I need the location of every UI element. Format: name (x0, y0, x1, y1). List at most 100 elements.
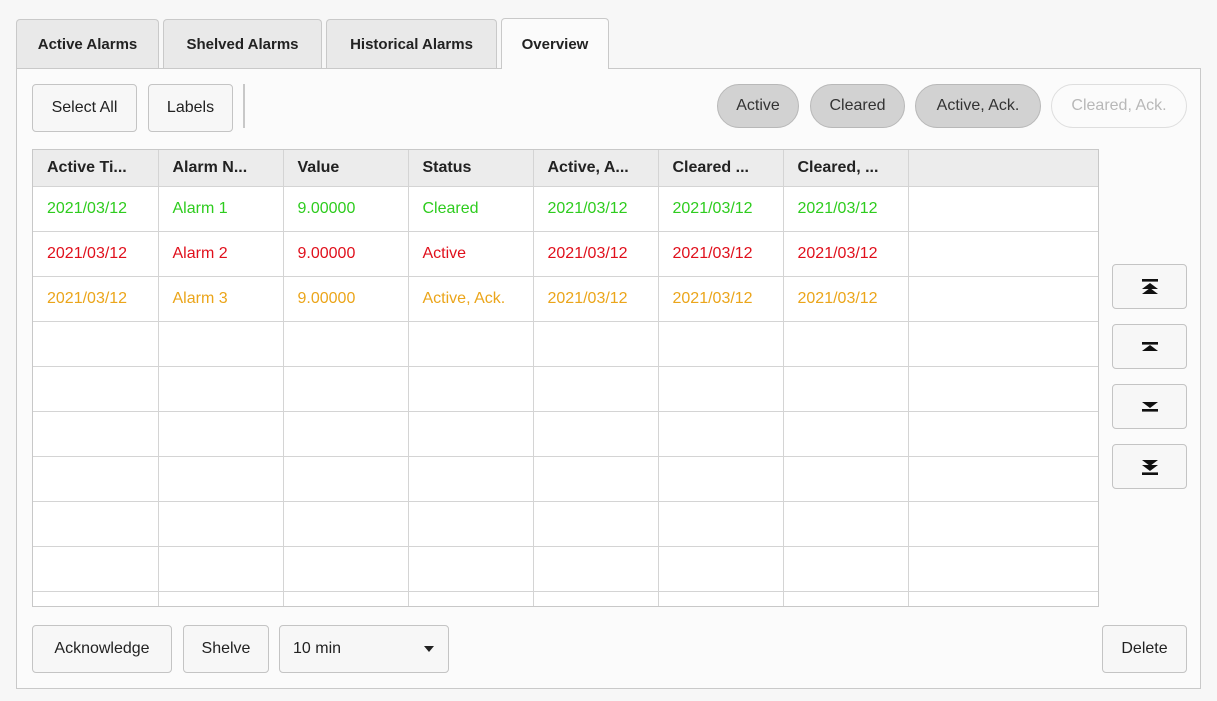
tab-bar: Active Alarms Shelved Alarms Historical … (16, 18, 613, 69)
table-cell (532, 500, 659, 547)
labels-button[interactable]: Labels (148, 84, 233, 132)
table-row[interactable]: 2021/03/12 Alarm 3 9.00000 Active, Ack. 2021… (33, 275, 1098, 322)
table-cell: Active, Ack. (407, 275, 534, 322)
page-down-button[interactable] (1112, 384, 1187, 429)
filter-cleared[interactable]: Cleared (810, 84, 905, 128)
table-cell (907, 365, 1098, 412)
table-cell (657, 590, 784, 606)
table-cell (657, 500, 784, 547)
table-cell (282, 455, 409, 502)
table-cell: 9.00000 (282, 185, 409, 232)
table-cell (282, 545, 409, 592)
tab-label: Shelved Alarms (186, 36, 299, 53)
table-cell (407, 320, 534, 367)
table-cell (532, 455, 659, 502)
table-cell: 2021/03/12 (33, 230, 159, 277)
table-cell (907, 500, 1098, 547)
table-cell (282, 500, 409, 547)
table-cell (157, 455, 284, 502)
column-header[interactable]: Cleared, ... (782, 150, 909, 187)
table-cell (782, 410, 909, 457)
page-up-button[interactable] (1112, 324, 1187, 369)
page-up-icon (1141, 341, 1158, 351)
table-cell (33, 365, 159, 412)
table-cell (907, 455, 1098, 502)
tab-overview[interactable]: Overview (501, 18, 609, 69)
column-header[interactable]: Value (282, 150, 409, 187)
shelve-duration-select[interactable]: 10 min (279, 625, 449, 673)
table-cell: 2021/03/12 (782, 185, 909, 232)
scroll-top-icon (1141, 278, 1158, 294)
filter-active-ack[interactable]: Active, Ack. (915, 84, 1041, 128)
table-cell: 9.00000 (282, 275, 409, 322)
table-cell (532, 365, 659, 412)
empty-table-row (33, 590, 1098, 606)
table-cell: Alarm 3 (157, 275, 284, 322)
column-header[interactable]: Cleared ... (657, 150, 784, 187)
column-header[interactable]: Active, A... (532, 150, 659, 187)
table-cell (157, 590, 284, 606)
tab-label: Overview (521, 35, 589, 53)
column-header[interactable] (907, 150, 1098, 187)
column-header[interactable]: Status (407, 150, 534, 187)
table-cell: 2021/03/12 (657, 185, 784, 232)
table-cell (907, 590, 1098, 606)
table-cell: Active (407, 230, 534, 277)
table-cell (407, 590, 534, 606)
table-cell (157, 500, 284, 547)
table-cell (782, 455, 909, 502)
table-row[interactable]: 2021/03/12 Alarm 1 9.00000 Cleared 2021/03/1… (33, 185, 1098, 232)
overview-panel: Select All Labels Active Cleared Active,… (16, 68, 1201, 689)
table-cell: Alarm 2 (157, 230, 284, 277)
table-cell (657, 410, 784, 457)
column-header[interactable]: Alarm N... (157, 150, 284, 187)
acknowledge-button[interactable]: Acknowledge (32, 625, 172, 673)
tab-historical-alarms[interactable]: Historical Alarms (326, 19, 497, 69)
empty-table-row (33, 320, 1098, 367)
empty-table-row (33, 545, 1098, 592)
alarm-table: Active Ti... Alarm N... Value Status Act… (32, 149, 1099, 607)
table-cell (157, 320, 284, 367)
table-cell (407, 545, 534, 592)
table-cell (157, 545, 284, 592)
table-cell (657, 365, 784, 412)
shelve-button[interactable]: Shelve (183, 625, 269, 673)
table-cell (33, 590, 159, 606)
empty-table-row (33, 365, 1098, 412)
table-cell (157, 410, 284, 457)
alarm-grid: Active Ti... Alarm N... Value Status Act… (33, 150, 1098, 606)
filter-cleared-ack[interactable]: Cleared, Ack. (1051, 84, 1187, 128)
filter-active[interactable]: Active (717, 84, 799, 128)
shelve-duration-value: 10 min (293, 640, 342, 657)
table-cell: 2021/03/12 (657, 230, 784, 277)
tab-shelved-alarms[interactable]: Shelved Alarms (163, 19, 322, 69)
chevron-down-icon (424, 646, 434, 652)
table-cell (657, 545, 784, 592)
scroll-top-button[interactable] (1112, 264, 1187, 309)
table-cell (782, 545, 909, 592)
tab-active-alarms[interactable]: Active Alarms (16, 19, 159, 69)
tab-label: Active Alarms (37, 36, 138, 53)
table-cell (907, 410, 1098, 457)
table-row[interactable]: 2021/03/12 Alarm 2 9.00000 Active 2021/03/12… (33, 230, 1098, 277)
table-cell (407, 500, 534, 547)
select-all-button[interactable]: Select All (32, 84, 137, 132)
scroll-bottom-button[interactable] (1112, 444, 1187, 489)
table-cell: 9.00000 (282, 230, 409, 277)
table-cell: 2021/03/12 (33, 185, 159, 232)
table-cell (782, 365, 909, 412)
table-cell (282, 365, 409, 412)
table-cell: 2021/03/12 (657, 275, 784, 322)
tab-label: Historical Alarms (350, 36, 473, 53)
table-cell: 2021/03/12 (532, 275, 659, 322)
table-cell: 2021/03/12 (782, 230, 909, 277)
empty-table-row (33, 410, 1098, 457)
delete-button[interactable]: Delete (1102, 625, 1187, 673)
table-cell (282, 410, 409, 457)
table-cell (782, 320, 909, 367)
page-down-icon (1141, 401, 1158, 412)
column-header[interactable]: Active Ti... (33, 150, 159, 187)
table-cell (907, 320, 1098, 367)
table-cell (282, 590, 409, 606)
table-cell (157, 365, 284, 412)
